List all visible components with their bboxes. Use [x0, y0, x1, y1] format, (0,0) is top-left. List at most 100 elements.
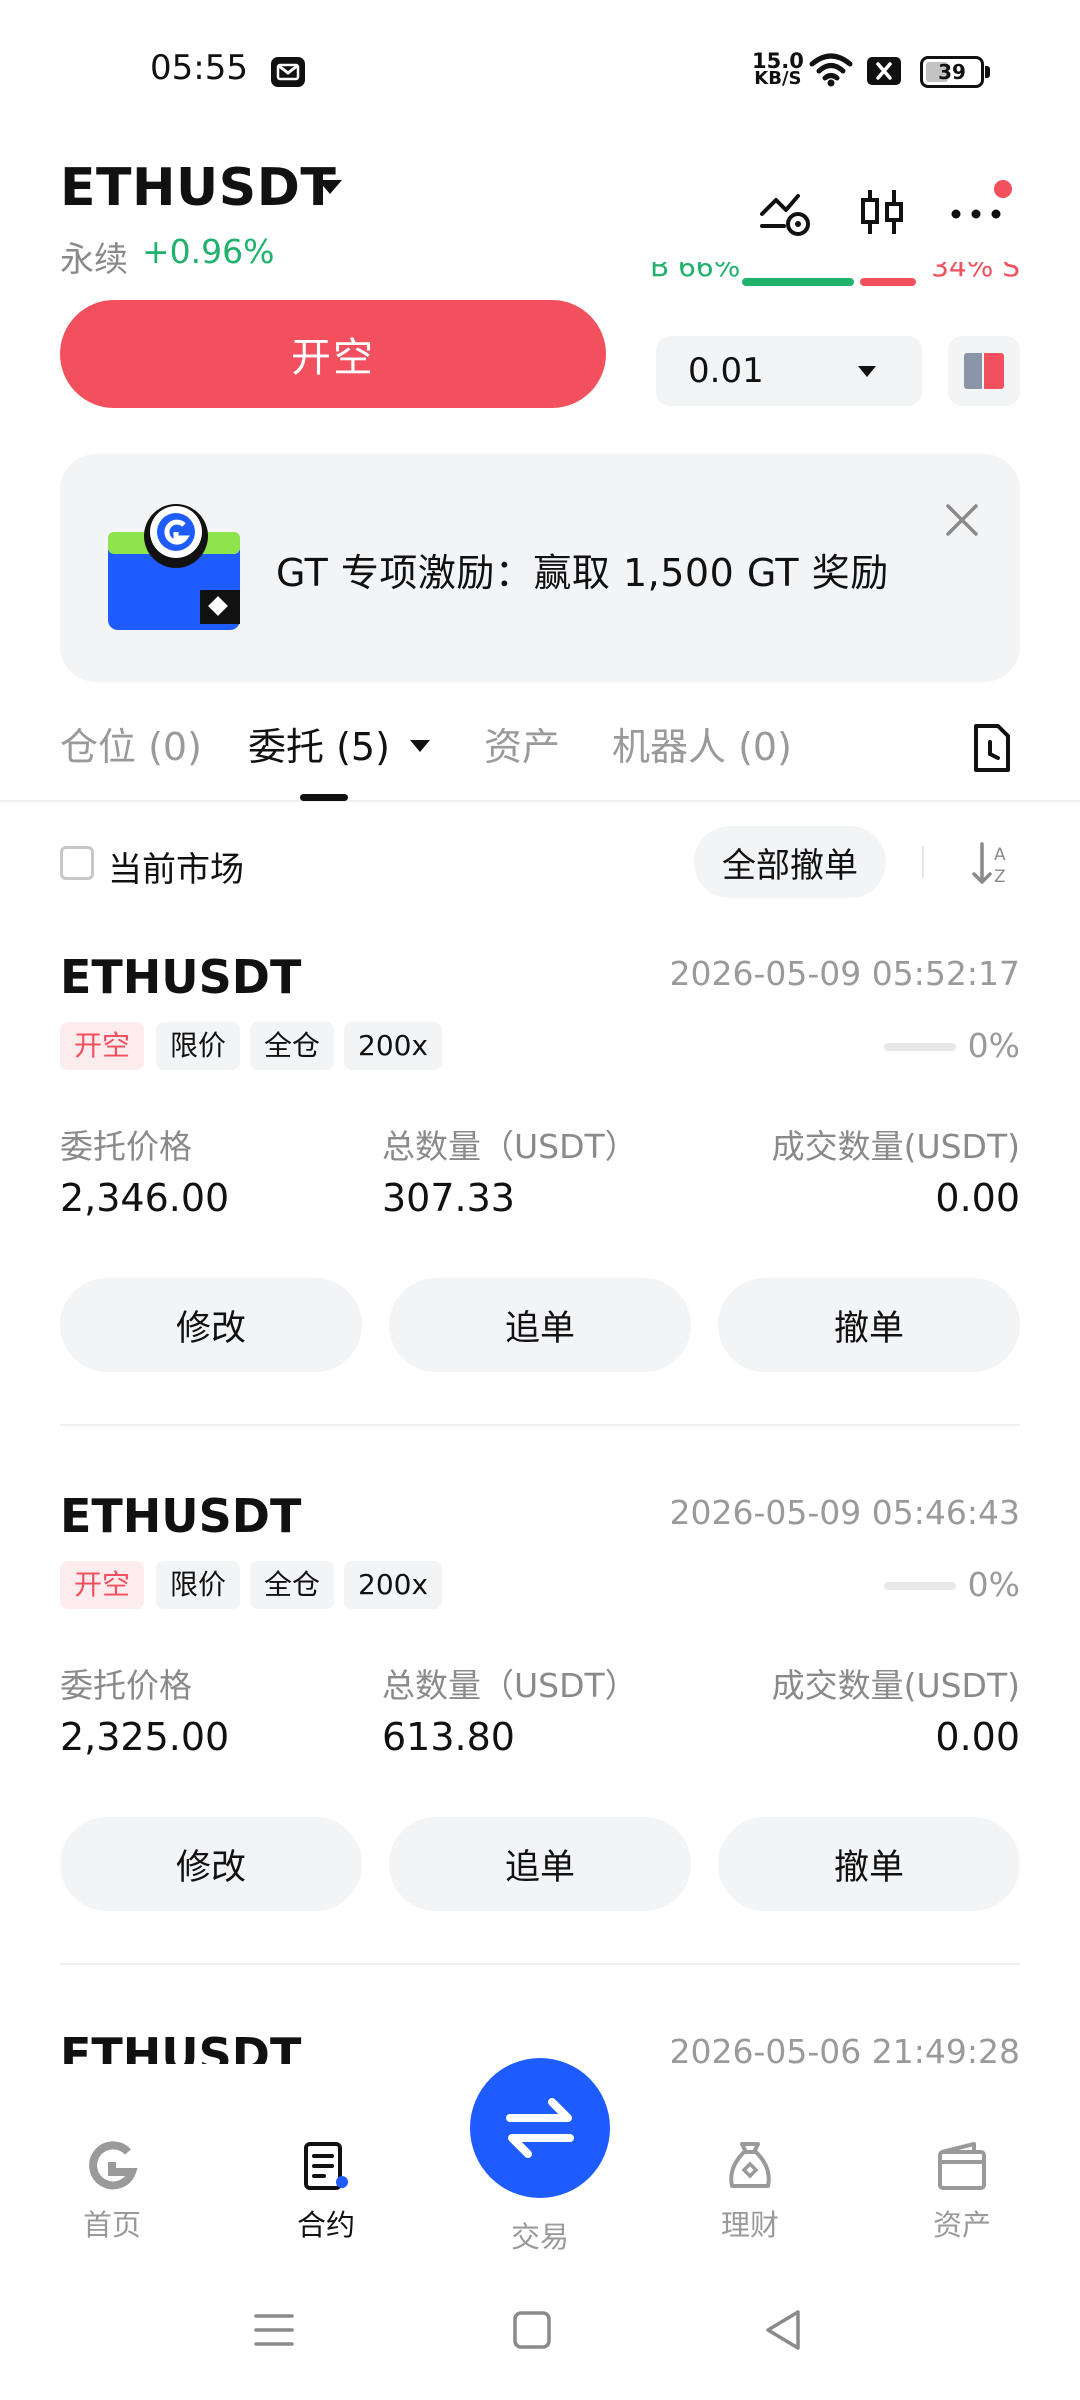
active-tab-indicator: [300, 794, 348, 801]
candlestick-icon[interactable]: [854, 184, 910, 240]
close-icon[interactable]: [940, 498, 984, 542]
notification-dot: [994, 180, 1012, 198]
chevron-down-icon: [858, 366, 876, 377]
price-value: 2,346.00: [60, 1176, 230, 1220]
battery-level: 39: [938, 60, 966, 84]
total-value: 613.80: [382, 1715, 515, 1759]
price-value: 2,325.00: [60, 1715, 230, 1759]
filled-label: 成交数量(USDT): [771, 1127, 1020, 1166]
nav-assets-label: 资产: [932, 2208, 991, 2242]
home-button-icon[interactable]: [508, 2306, 556, 2354]
fill-progress-bar: [884, 1043, 956, 1051]
long-short-ratio: B 66% 34% S: [650, 262, 1020, 288]
menu-icon[interactable]: [250, 2306, 298, 2354]
tab-orders-caret-icon[interactable]: [410, 740, 430, 752]
orderbook-layout-button[interactable]: [948, 336, 1020, 406]
tab-positions[interactable]: 仓位 (0): [60, 716, 202, 771]
tab-bots[interactable]: 机器人 (0): [612, 716, 792, 771]
filled-label: 成交数量(USDT): [771, 1666, 1020, 1705]
order-time: 2026-05-09 05:46:43: [669, 1493, 1020, 1532]
price-label: 委托价格: [60, 1127, 192, 1166]
trade-fab[interactable]: [470, 2058, 610, 2198]
tag-side: 开空: [60, 1561, 145, 1609]
nav-contract-label: 合约: [296, 2208, 355, 2242]
svg-text:A: A: [994, 845, 1006, 865]
promo-banner[interactable]: GT 专项激励：赢取 1,500 GT 奖励: [60, 454, 1020, 682]
divider: [60, 1963, 1020, 1965]
current-market-checkbox[interactable]: [60, 846, 94, 880]
cancel-all-button[interactable]: 全部撤单: [694, 826, 886, 898]
contract-type: 永续: [60, 240, 128, 280]
sell-ratio: 34% S: [931, 262, 1020, 283]
price-label: 委托价格: [60, 1666, 192, 1705]
tag-order-type: 限价: [156, 1561, 241, 1609]
sort-icon[interactable]: A Z: [968, 838, 1016, 890]
status-time: 05:55: [150, 48, 248, 88]
tab-assets[interactable]: 资产: [484, 716, 560, 771]
tag-margin-mode: 全仓: [250, 1022, 335, 1070]
pair-title[interactable]: ETHUSDT: [60, 158, 336, 218]
pair-dropdown-caret-icon[interactable]: [318, 180, 342, 194]
filled-value: 0.00: [935, 1715, 1020, 1759]
tab-orders[interactable]: 委托 (5): [248, 716, 390, 771]
nav-home-label: 首页: [82, 2208, 141, 2242]
current-market-label[interactable]: 当前市场: [108, 842, 244, 891]
back-icon[interactable]: [760, 2306, 808, 2354]
quantity-value: 0.01: [688, 351, 764, 391]
system-nav-bar: [0, 2280, 1080, 2400]
fill-progress-bar: [884, 1582, 956, 1590]
promo-text: GT 专项激励：赢取 1,500 GT 奖励: [276, 551, 889, 595]
tag-order-type: 限价: [156, 1022, 241, 1070]
fill-progress-text: 0%: [967, 1026, 1020, 1065]
divider: [922, 846, 924, 878]
net-speed-unit: KB/S: [754, 68, 802, 89]
tag-margin-mode: 全仓: [250, 1561, 335, 1609]
cancel-order-button[interactable]: 撤单: [718, 1278, 1020, 1372]
total-value: 307.33: [382, 1176, 515, 1220]
divider: [60, 1424, 1020, 1426]
buy-ratio-bar: [742, 278, 854, 286]
nav-finance-label: 理财: [720, 2208, 779, 2242]
order-card: ETHUSDT 2026-05-09 05:52:17 开空 限价 全仓 200…: [0, 950, 1080, 1490]
battery-icon: 39: [920, 56, 990, 88]
status-bar: 05:55 15.0 KB/S 39: [0, 0, 1080, 140]
quantity-select[interactable]: 0.01: [656, 336, 922, 406]
fill-progress-text: 0%: [967, 1565, 1020, 1604]
price-change: +0.96%: [142, 232, 275, 271]
tag-leverage: 200x: [344, 1022, 443, 1070]
nav-home[interactable]: 首页: [42, 2138, 182, 2244]
filled-value: 0.00: [935, 1176, 1020, 1220]
nav-contract[interactable]: 合约: [256, 2138, 396, 2244]
modify-button[interactable]: 修改: [60, 1278, 362, 1372]
open-short-button[interactable]: 开空: [60, 300, 606, 408]
chase-button[interactable]: 追单: [389, 1278, 691, 1372]
nav-finance[interactable]: 理财: [680, 2138, 820, 2244]
order-time: 2026-05-09 05:52:17: [669, 954, 1020, 993]
sim-off-icon: [867, 57, 901, 85]
net-speed: 15.0 KB/S: [752, 51, 804, 89]
total-label: 总数量（USDT）: [382, 1666, 638, 1705]
mail-icon: [271, 57, 305, 87]
order-symbol: ETHUSDT: [60, 1489, 302, 1543]
wallet-icon: [938, 2142, 986, 2190]
home-icon: [89, 2141, 138, 2190]
cancel-order-button[interactable]: 撤单: [718, 1817, 1020, 1911]
buy-ratio: B 66%: [650, 262, 741, 283]
order-tabs: 仓位 (0) 委托 (5) 资产 机器人 (0): [0, 706, 1080, 802]
order-symbol: ETHUSDT: [60, 950, 302, 1004]
tag-leverage: 200x: [344, 1561, 443, 1609]
swap-icon: [506, 2098, 574, 2158]
nav-trade-label[interactable]: 交易: [470, 2214, 610, 2256]
chase-button[interactable]: 追单: [389, 1817, 691, 1911]
modify-button[interactable]: 修改: [60, 1817, 362, 1911]
order-history-icon[interactable]: [968, 722, 1016, 774]
wifi-icon: [809, 53, 853, 87]
gt-wallet-icon: [108, 504, 240, 630]
tag-side: 开空: [60, 1022, 145, 1070]
nav-assets[interactable]: 资产: [892, 2138, 1032, 2244]
strategy-icon[interactable]: [758, 184, 814, 240]
total-label: 总数量（USDT）: [382, 1127, 638, 1166]
contract-icon: [304, 2142, 348, 2190]
order-card: ETHUSDT 2026-05-09 05:46:43 开空 限价 全仓 200…: [0, 1489, 1080, 2029]
finance-icon: [729, 2142, 771, 2188]
